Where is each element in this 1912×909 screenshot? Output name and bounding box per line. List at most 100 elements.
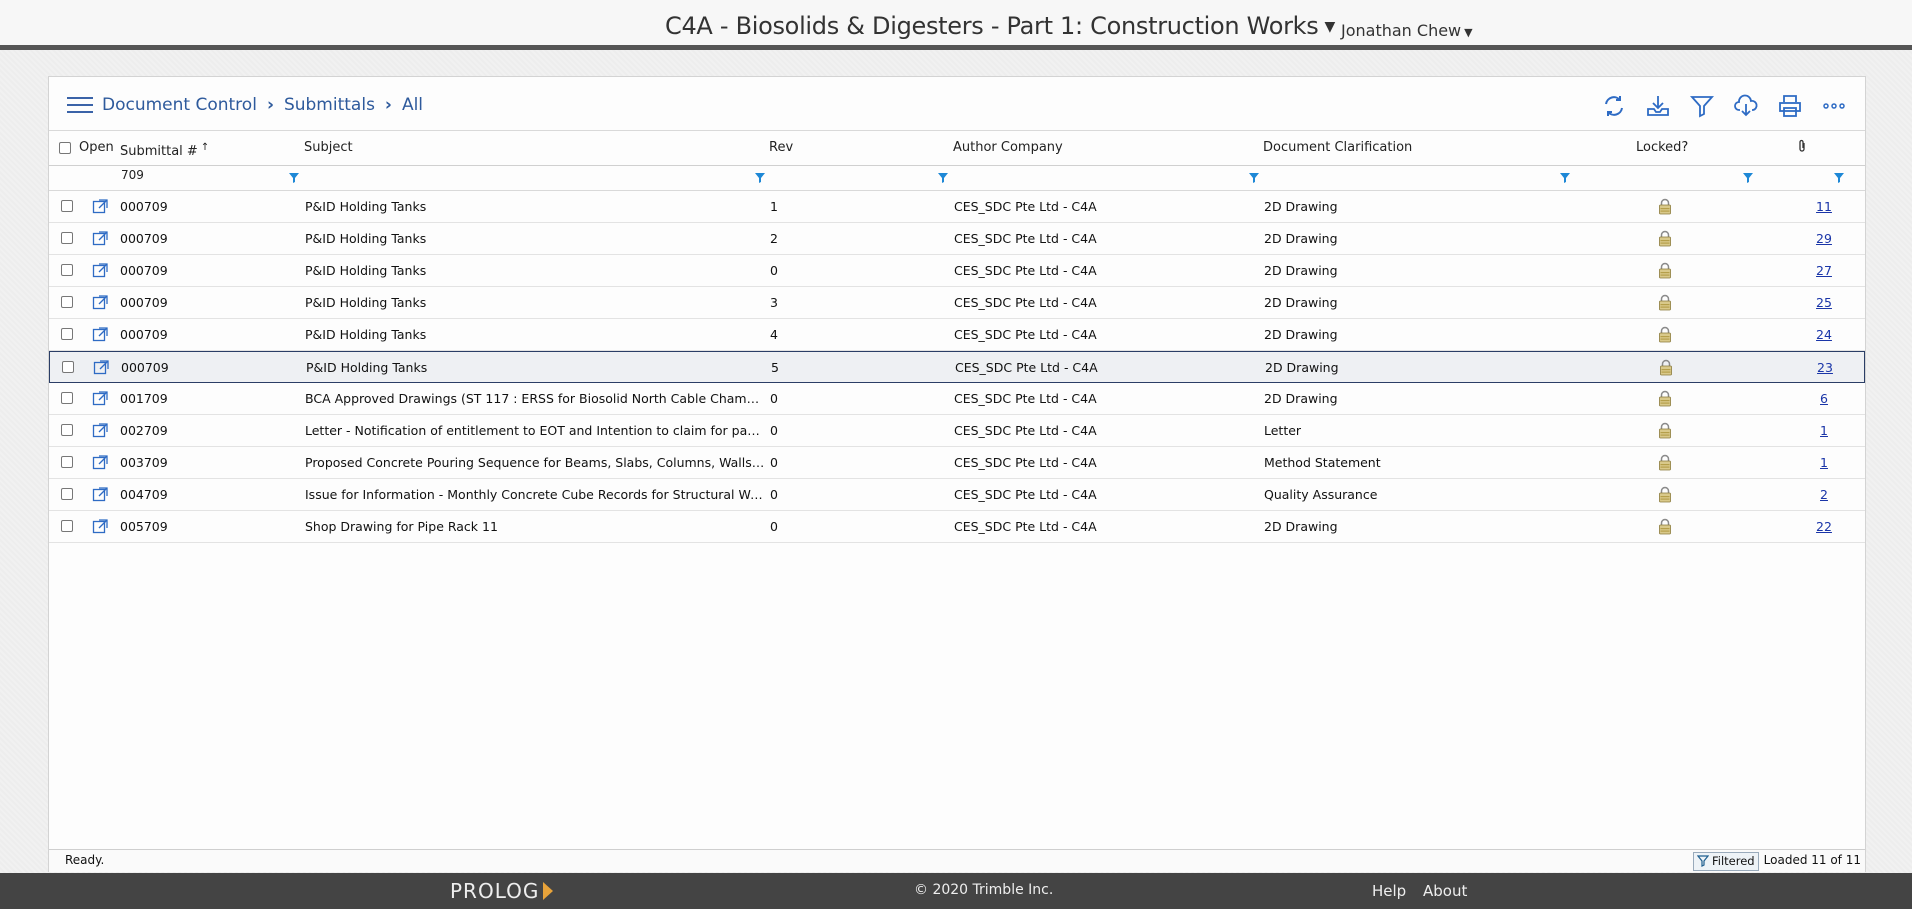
print-icon[interactable] [1775, 91, 1805, 121]
row-checkbox[interactable] [62, 361, 74, 373]
project-selector[interactable]: C4A - Biosolids & Digesters - Part 1: Co… [665, 12, 1335, 40]
open-record-icon[interactable] [92, 198, 109, 214]
table-row[interactable]: 001709 BCA Approved Drawings (ST 117 : ER… [49, 383, 1865, 415]
submittal-number: 000709 [120, 327, 168, 342]
column-header-subject[interactable]: Subject [304, 131, 353, 165]
lock-icon [1658, 518, 1672, 535]
breadcrumb-document-control[interactable]: Document Control [102, 95, 257, 115]
column-filter-icon[interactable] [1742, 172, 1754, 184]
row-checkbox[interactable] [61, 264, 73, 276]
row-checkbox[interactable] [61, 488, 73, 500]
download-inbox-icon[interactable] [1643, 91, 1673, 121]
attachment-count-link[interactable]: 22 [1799, 511, 1849, 542]
submittal-number: 000709 [120, 263, 168, 278]
table-row[interactable]: 000709 P&ID Holding Tanks 3 CES_SDC Pte Ltd… [49, 287, 1865, 319]
table-row[interactable]: 000709 P&ID Holding Tanks 2 CES_SDC Pte Ltd… [49, 223, 1865, 255]
help-link[interactable]: Help [1372, 882, 1406, 900]
user-menu[interactable]: Jonathan Chew ▼ [1341, 21, 1473, 40]
subject: P&ID Holding Tanks [305, 231, 427, 246]
subject: P&ID Holding Tanks [305, 199, 427, 214]
table-row[interactable]: 004709 Issue for Information - Monthly Co… [49, 479, 1865, 511]
column-header-submittal[interactable]: Submittal # ↑ [120, 131, 209, 165]
attachment-count-link[interactable]: 1 [1799, 447, 1849, 478]
row-checkbox[interactable] [61, 200, 73, 212]
open-record-icon[interactable] [92, 486, 109, 502]
cloud-download-icon[interactable] [1731, 91, 1761, 121]
column-header-author-company[interactable]: Author Company [953, 131, 1063, 165]
row-checkbox[interactable] [61, 520, 73, 532]
attachment-count-link[interactable]: 23 [1800, 352, 1850, 383]
attachment-count-link[interactable]: 11 [1799, 191, 1849, 222]
table-row[interactable]: 000709 P&ID Holding Tanks 0 CES_SDC Pte Ltd… [49, 255, 1865, 287]
document-clarification: 2D Drawing [1264, 327, 1338, 342]
subject: Issue for Information - Monthly Concrete… [305, 487, 765, 502]
attachment-count-link[interactable]: 29 [1799, 223, 1849, 254]
lock-icon [1658, 422, 1672, 439]
table-header: Open Submittal # ↑ Subject Rev Author Com… [49, 130, 1865, 166]
paperclip-icon[interactable] [1797, 131, 1807, 165]
select-all-checkbox[interactable] [59, 142, 71, 154]
column-header-document-clarification[interactable]: Document Clarification [1263, 131, 1412, 165]
row-checkbox[interactable] [61, 456, 73, 468]
document-clarification: Quality Assurance [1264, 487, 1378, 502]
column-filter-icon[interactable] [1248, 172, 1260, 184]
column-header-open[interactable]: Open [79, 131, 114, 165]
column-filter-icon[interactable] [754, 172, 766, 184]
rev: 4 [770, 327, 778, 342]
open-record-icon[interactable] [92, 518, 109, 534]
open-record-icon[interactable] [92, 454, 109, 470]
open-record-icon[interactable] [92, 230, 109, 246]
status-text: Ready. [65, 853, 105, 867]
table-row[interactable]: 005709 Shop Drawing for Pipe Rack 11 0 CES_… [49, 511, 1865, 543]
table-row[interactable]: 002709 Letter - Notification of entitleme… [49, 415, 1865, 447]
filter-icon [1697, 855, 1709, 867]
subject: BCA Approved Drawings (ST 117 : ERSS for… [305, 391, 765, 406]
breadcrumb-submittals[interactable]: Submittals [284, 95, 375, 115]
document-clarification: 2D Drawing [1264, 391, 1338, 406]
filter-icon[interactable] [1687, 91, 1717, 121]
subject: Shop Drawing for Pipe Rack 11 [305, 519, 498, 534]
loaded-count: Loaded 11 of 11 [1763, 853, 1861, 867]
row-checkbox[interactable] [61, 232, 73, 244]
table-row[interactable]: 000709 P&ID Holding Tanks 1 CES_SDC Pte Ltd… [49, 191, 1865, 223]
attachment-count-link[interactable]: 2 [1799, 479, 1849, 510]
row-checkbox[interactable] [61, 296, 73, 308]
document-clarification: 2D Drawing [1265, 360, 1339, 375]
more-icon[interactable] [1819, 91, 1849, 121]
row-checkbox[interactable] [61, 424, 73, 436]
toolbar [1599, 91, 1849, 121]
attachment-count-link[interactable]: 24 [1799, 319, 1849, 350]
column-header-rev[interactable]: Rev [769, 131, 793, 165]
open-record-icon[interactable] [92, 294, 109, 310]
table-row[interactable]: 000709 P&ID Holding Tanks 5 CES_SDC Pte Ltd… [49, 351, 1865, 383]
column-filter-icon[interactable] [1833, 172, 1845, 184]
filtered-badge[interactable]: Filtered [1693, 852, 1759, 871]
open-record-icon[interactable] [92, 422, 109, 438]
open-record-icon[interactable] [92, 326, 109, 342]
submittal-filter-input[interactable]: 709 [121, 168, 144, 182]
rev: 0 [770, 423, 778, 438]
table-row[interactable]: 003709 Proposed Concrete Pouring Sequence… [49, 447, 1865, 479]
column-filter-icon[interactable] [1559, 172, 1571, 184]
lock-icon [1658, 230, 1672, 247]
column-header-locked[interactable]: Locked? [1636, 131, 1688, 165]
attachment-count-link[interactable]: 25 [1799, 287, 1849, 318]
attachment-count-link[interactable]: 6 [1799, 383, 1849, 414]
subject: P&ID Holding Tanks [305, 327, 427, 342]
open-record-icon[interactable] [93, 359, 110, 375]
open-record-icon[interactable] [92, 262, 109, 278]
open-record-icon[interactable] [92, 390, 109, 406]
row-checkbox[interactable] [61, 328, 73, 340]
refresh-icon[interactable] [1599, 91, 1629, 121]
subject: Letter - Notification of entitlement to … [305, 423, 765, 438]
table-row[interactable]: 000709 P&ID Holding Tanks 4 CES_SDC Pte Ltd… [49, 319, 1865, 351]
column-filter-icon[interactable] [288, 172, 300, 184]
breadcrumb-all[interactable]: All [402, 95, 423, 115]
column-filter-icon[interactable] [937, 172, 949, 184]
menu-icon[interactable] [67, 97, 93, 113]
row-checkbox[interactable] [61, 392, 73, 404]
chevron-down-icon: ▼ [1324, 19, 1335, 35]
attachment-count-link[interactable]: 27 [1799, 255, 1849, 286]
about-link[interactable]: About [1423, 882, 1467, 900]
attachment-count-link[interactable]: 1 [1799, 415, 1849, 446]
